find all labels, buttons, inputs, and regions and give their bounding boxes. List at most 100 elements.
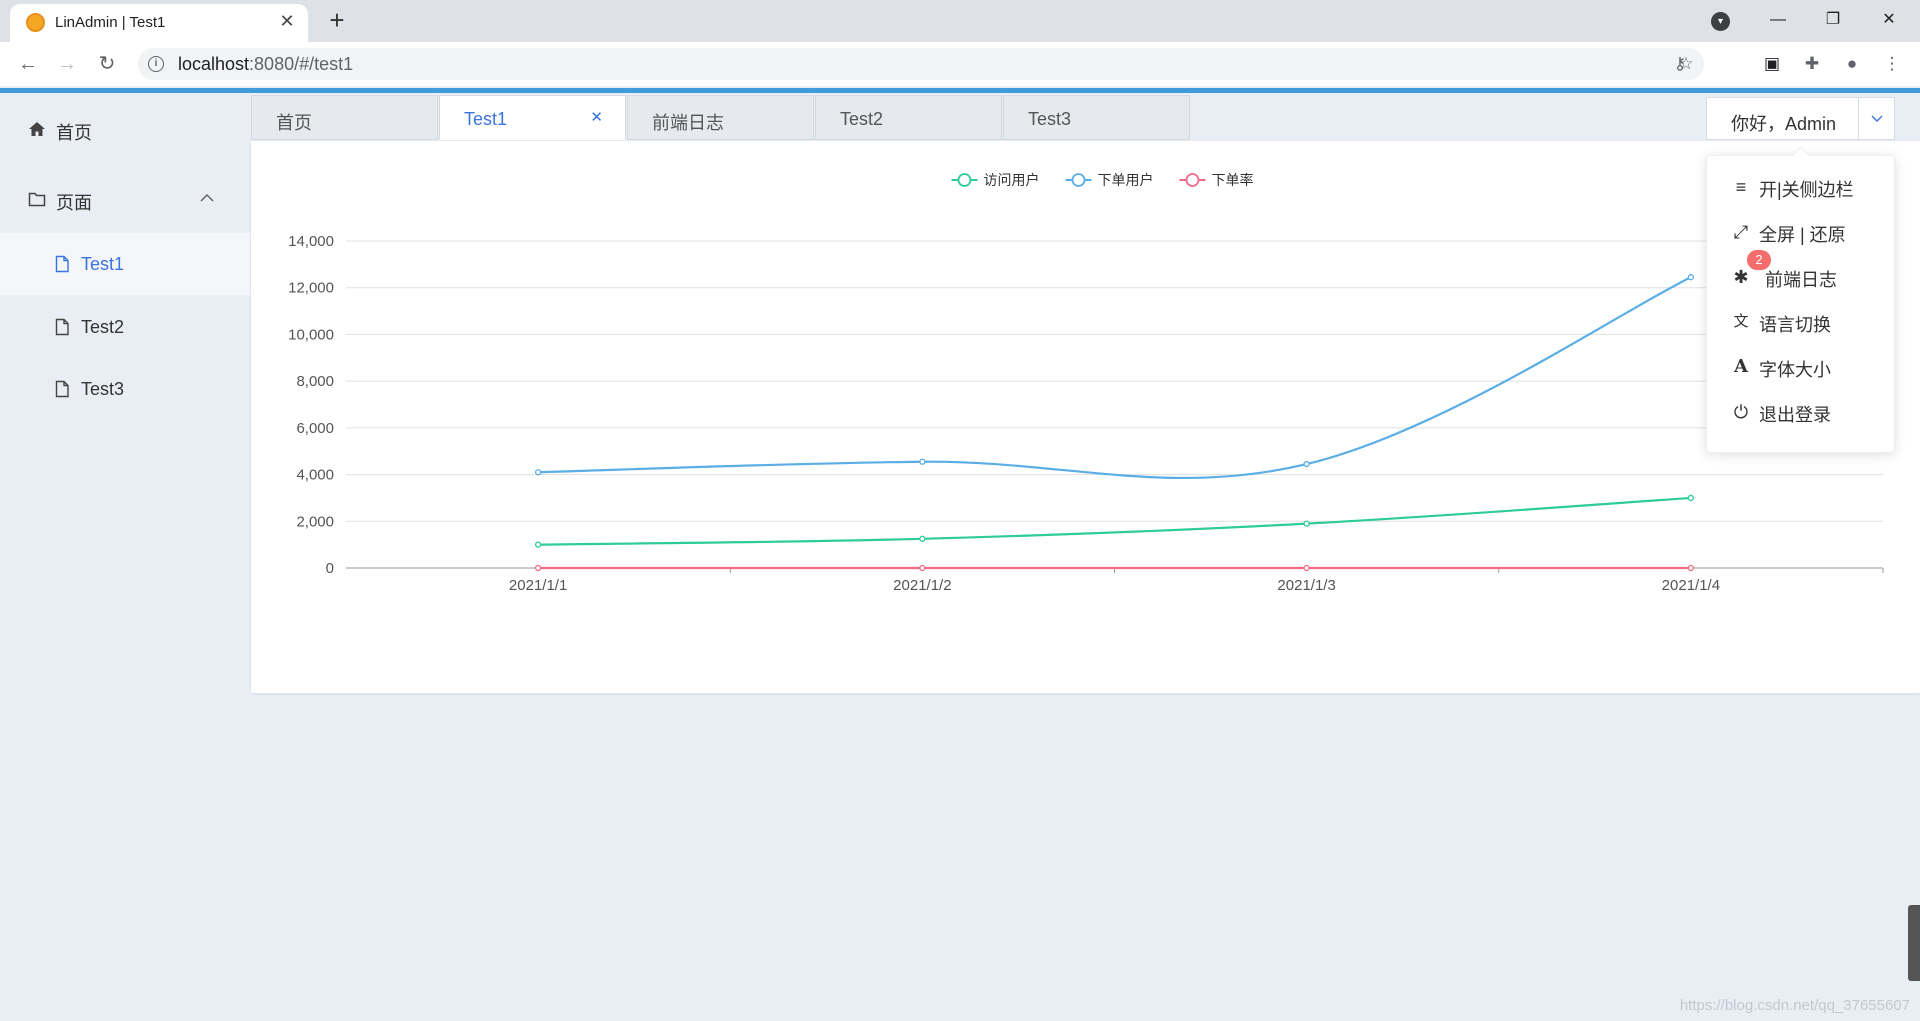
site-info-icon[interactable]: i	[148, 56, 164, 72]
address-bar[interactable]: i localhost:8080/#/test1 ⚷ ☆	[138, 48, 1704, 80]
sidebar-item-test2[interactable]: Test2	[0, 296, 250, 358]
chart-series	[534, 274, 1695, 572]
browser-tab[interactable]: LinAdmin | Test1 ✕	[10, 4, 308, 42]
user-dropdown-toggle[interactable]	[1858, 98, 1894, 139]
y-tick-label: 8,000	[296, 373, 334, 390]
minimize-icon[interactable]: —	[1751, 0, 1805, 40]
extensions-puzzle-icon[interactable]: ✚	[1800, 52, 1824, 76]
back-icon[interactable]: ←	[14, 50, 42, 78]
file-icon	[55, 255, 69, 273]
home-icon	[29, 122, 45, 136]
data-point	[919, 458, 926, 465]
reload-icon[interactable]: ↻	[93, 50, 121, 78]
power-icon: ⏻	[1733, 402, 1749, 422]
legend-marker	[957, 173, 972, 187]
chart-grid	[346, 240, 1883, 569]
folder-icon	[28, 192, 46, 207]
legend-label: 下单率	[1212, 172, 1254, 189]
legend-label: 下单用户	[1098, 172, 1154, 189]
extension-icon[interactable]: ▣	[1760, 52, 1784, 76]
logout-item[interactable]: ⏻ 退出登录	[1731, 397, 1881, 427]
legend-marker	[1071, 173, 1086, 187]
toggle-sidebar-item[interactable]: ≡ 开|关侧边栏	[1731, 172, 1881, 202]
tab-label: Test1	[464, 109, 508, 129]
data-point	[534, 469, 542, 476]
y-tick-label: 12,000	[288, 280, 334, 297]
x-tick-label: 2021/1/2	[893, 577, 951, 594]
font-size-icon: A	[1734, 356, 1748, 377]
data-point	[1303, 520, 1310, 527]
user-greeting: 你好，Admin	[1731, 114, 1837, 134]
tab-frontend-log[interactable]: 前端日志	[627, 95, 814, 140]
sidebar-item-pages[interactable]: 页面	[0, 168, 250, 230]
y-tick-label: 6,000	[296, 420, 334, 437]
dropdown-item-label: 字体大小	[1759, 360, 1831, 380]
tab-test1[interactable]: Test1 ✕	[439, 95, 626, 140]
window-close-icon[interactable]: ✕	[1862, 0, 1916, 40]
line-chart: 02,0004,0006,0008,00010,00012,00014,000 …	[288, 172, 1884, 594]
tab-search-icon[interactable]: ▾	[1711, 12, 1730, 31]
menu-icon: ≡	[1735, 177, 1747, 197]
font-size-item[interactable]: A 字体大小	[1731, 352, 1881, 382]
data-point	[534, 541, 542, 548]
data-point	[534, 564, 542, 572]
data-point	[1303, 564, 1310, 572]
browser-toolbar: ← → ↻ i localhost:8080/#/test1 ⚷ ☆ ▣ ✚ ●…	[0, 42, 1920, 86]
watermark-text: https://blog.csdn.net/qq_37655607	[1679, 997, 1910, 1014]
favicon-icon	[26, 13, 45, 32]
close-tab-icon[interactable]: ✕	[590, 108, 603, 126]
chevron-up-icon[interactable]	[200, 191, 214, 205]
more-menu-icon[interactable]: ⋮	[1880, 52, 1904, 76]
dropdown-item-label: 退出登录	[1759, 405, 1831, 425]
x-axis-ticks: 2021/1/1 2021/1/2 2021/1/3 2021/1/4	[509, 568, 1884, 594]
user-menu-button[interactable]: 你好，Admin	[1706, 97, 1895, 140]
new-tab-icon[interactable]: +	[322, 6, 352, 36]
y-tick-label: 2,000	[296, 513, 334, 530]
y-tick-label: 14,000	[288, 233, 334, 250]
dropdown-item-label: 语言切换	[1759, 315, 1831, 335]
chart-legend: 访问用户 下单用户 下单率	[951, 172, 1254, 189]
y-tick-label: 4,000	[296, 467, 334, 484]
y-tick-label: 10,000	[288, 326, 334, 343]
tab-label: 前端日志	[652, 113, 724, 133]
tab-label: Test3	[1028, 109, 1072, 129]
y-tick-label: 0	[326, 560, 334, 577]
log-count-badge: 2	[1747, 250, 1771, 270]
sidebar: 首页 页面 Test1 Test2 Test3	[0, 93, 250, 1021]
sidebar-item-label: 首页	[56, 123, 92, 143]
close-tab-icon[interactable]: ✕	[276, 10, 298, 32]
legend-label: 访问用户	[984, 172, 1040, 189]
fullscreen-item[interactable]: ⤢ 全屏 | 还原	[1731, 217, 1881, 247]
tab-home[interactable]: 首页	[251, 95, 438, 140]
sidebar-item-label: Test3	[81, 379, 125, 399]
bookmark-star-icon[interactable]: ☆	[1668, 52, 1704, 76]
x-tick-label: 2021/1/4	[1662, 577, 1720, 594]
dropdown-item-label: 前端日志	[1765, 270, 1837, 290]
data-point	[1687, 494, 1695, 502]
tab-label: Test2	[840, 109, 884, 129]
series-line	[538, 276, 1692, 480]
url-text: localhost:8080/#/test1	[178, 54, 354, 74]
sidebar-item-test3[interactable]: Test3	[0, 358, 250, 420]
data-point	[1303, 460, 1310, 468]
x-tick-label: 2021/1/1	[509, 577, 567, 594]
restore-icon[interactable]: ❐	[1806, 0, 1860, 40]
sidebar-item-label: 页面	[56, 193, 92, 213]
tab-test3[interactable]: Test3	[1003, 95, 1190, 140]
sidebar-item-home[interactable]: 首页	[0, 98, 250, 160]
data-point	[1687, 564, 1695, 572]
browser-tab-strip: LinAdmin | Test1 ✕ + ▾ — ❐ ✕	[0, 0, 1920, 42]
data-point	[1687, 274, 1695, 281]
profile-icon[interactable]: ●	[1840, 52, 1864, 76]
language-switch-item[interactable]: 文 语言切换	[1731, 307, 1881, 337]
data-point	[919, 535, 926, 542]
sidebar-item-test1[interactable]: Test1	[0, 233, 250, 295]
tab-test2[interactable]: Test2	[815, 95, 1002, 140]
forward-icon[interactable]: →	[53, 50, 81, 78]
user-dropdown-menu: ≡ 开|关侧边栏 ⤢ 全屏 | 还原 ✱ 前端日志 文 语言切换 A 字体大小 …	[1706, 146, 1895, 453]
translate-icon: 文	[1733, 313, 1749, 330]
tab-label: 首页	[276, 113, 312, 133]
fullscreen-icon: ⤢	[1733, 222, 1749, 242]
dropdown-item-label: 全屏 | 还原	[1759, 225, 1846, 245]
chevron-down-icon	[1871, 115, 1883, 122]
